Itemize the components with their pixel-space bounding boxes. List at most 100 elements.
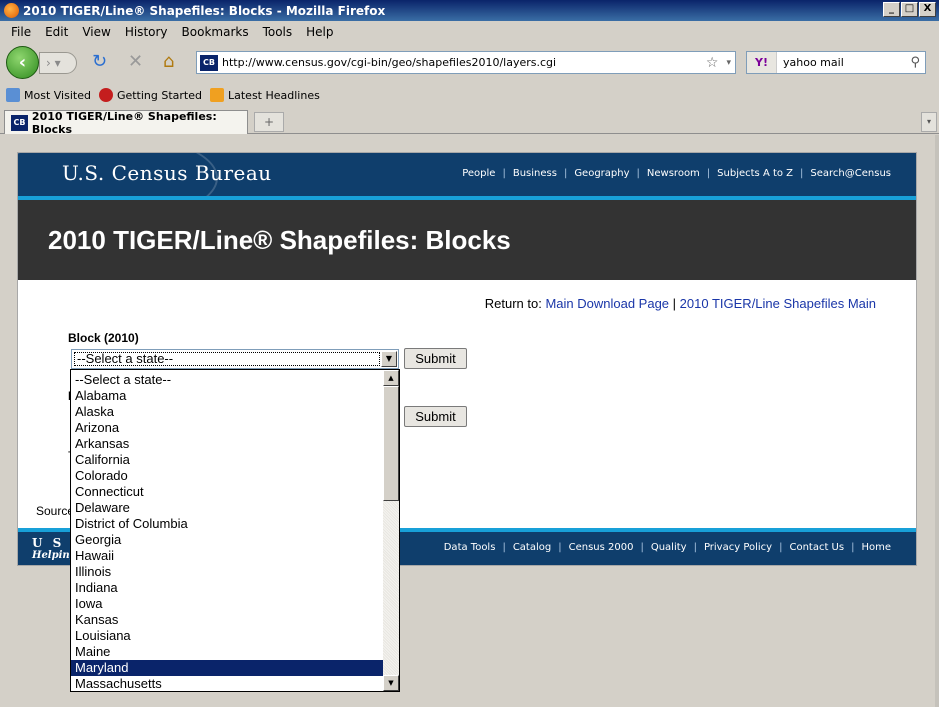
state-option[interactable]: Maryland (71, 660, 383, 676)
maximize-button[interactable]: □ (901, 2, 918, 17)
forward-button[interactable]: › ▾ (39, 52, 77, 74)
bookmark-label: Getting Started (116, 88, 202, 102)
state-option[interactable]: Kansas (71, 612, 383, 628)
nav-people[interactable]: People (455, 168, 502, 179)
footer-privacy[interactable]: Privacy Policy (697, 542, 779, 553)
minimize-button[interactable]: _ (883, 2, 900, 17)
state-option[interactable]: Delaware (71, 500, 383, 516)
rss-icon (210, 88, 224, 102)
bookmark-latest-headlines[interactable]: Latest Headlines (210, 88, 320, 102)
close-button[interactable]: X (919, 2, 936, 17)
search-icon[interactable]: ⚲ (910, 55, 925, 70)
submit-button[interactable]: Submit (404, 348, 467, 369)
footer-contact[interactable]: Contact Us (782, 542, 851, 553)
chevron-down-icon[interactable]: ▼ (381, 351, 397, 367)
search-input[interactable]: yahoo mail (777, 56, 910, 69)
tab-active[interactable]: CB 2010 TIGER/Line® Shapefiles: Blocks (4, 109, 248, 136)
nav-newsroom[interactable]: Newsroom (640, 168, 707, 179)
state-option[interactable]: Hawaii (71, 548, 383, 564)
state-dropdown-list[interactable]: --Select a state-- Alabama Alaska Arizona Ar… (70, 369, 400, 692)
scroll-up-icon[interactable]: ▲ (383, 370, 399, 386)
return-links: Return to: Main Download Page | 2010 TIG… (485, 296, 876, 311)
footer-home[interactable]: Home (854, 542, 898, 553)
state-option[interactable]: Alaska (71, 404, 383, 420)
submit-button-2[interactable]: Submit (404, 406, 467, 427)
scroll-down-icon[interactable]: ▼ (383, 675, 399, 691)
tab-strip: CB 2010 TIGER/Line® Shapefiles: Blocks +… (0, 108, 939, 136)
state-option[interactable]: Maine (71, 644, 383, 660)
bookmark-label: Latest Headlines (228, 88, 320, 102)
viewport-scrollbar[interactable] (935, 135, 939, 707)
state-option[interactable]: Iowa (71, 596, 383, 612)
footer-census-2000[interactable]: Census 2000 (562, 542, 641, 553)
window-title: 2010 TIGER/Line® Shapefiles: Blocks - Mo… (23, 3, 386, 18)
tab-favicon-icon: CB (11, 114, 28, 131)
stop-icon[interactable]: ✕ (128, 52, 143, 72)
menu-edit[interactable]: Edit (38, 25, 75, 39)
menu-history[interactable]: History (118, 25, 175, 39)
site-brand[interactable]: U.S. Census Bureau (62, 161, 272, 185)
home-icon[interactable]: ⌂ (163, 52, 174, 72)
site-header: U.S. Census Bureau People | Business | Geo… (18, 153, 916, 196)
firefox-icon (4, 3, 19, 18)
url-dropdown-icon[interactable]: ▾ (722, 58, 735, 68)
footer-catalog[interactable]: Catalog (506, 542, 558, 553)
state-options: --Select a state-- Alabama Alaska Arizona Ar… (71, 372, 383, 691)
most-visited-icon (6, 88, 20, 102)
getting-started-icon (98, 88, 113, 102)
block-label: Block (2010) (68, 331, 139, 345)
state-option[interactable]: Illinois (71, 564, 383, 580)
state-option[interactable]: Colorado (71, 468, 383, 484)
bookmark-label: Most Visited (24, 88, 91, 102)
state-option[interactable]: Georgia (71, 532, 383, 548)
site-favicon-icon: CB (200, 54, 218, 71)
menu-tools[interactable]: Tools (256, 25, 300, 39)
state-select-value: --Select a state-- (74, 352, 380, 366)
return-separator: | (672, 296, 677, 311)
state-option[interactable]: --Select a state-- (71, 372, 383, 388)
footer-data-tools[interactable]: Data Tools (437, 542, 503, 553)
tab-label: 2010 TIGER/Line® Shapefiles: Blocks (31, 109, 217, 136)
url-bar[interactable]: CB http://www.census.gov/cgi-bin/geo/sha… (196, 51, 736, 74)
nav-subjects[interactable]: Subjects A to Z (710, 168, 800, 179)
return-label: Return to: (484, 296, 542, 311)
state-option[interactable]: Alabama (71, 388, 383, 404)
search-bar[interactable]: Y! yahoo mail ⚲ (746, 51, 926, 74)
menu-bookmarks[interactable]: Bookmarks (175, 25, 256, 39)
main-download-link[interactable]: Main Download Page (545, 296, 669, 311)
nav-geography[interactable]: Geography (567, 168, 636, 179)
menu-view[interactable]: View (75, 25, 117, 39)
menu-file[interactable]: File (4, 25, 38, 39)
state-option[interactable]: California (71, 452, 383, 468)
page-banner: 2010 TIGER/Line® Shapefiles: Blocks (18, 200, 916, 280)
nav-business[interactable]: Business (506, 168, 564, 179)
new-tab-button[interactable]: + (254, 112, 284, 132)
tab-list-button[interactable]: ▾ (921, 112, 937, 132)
reload-icon[interactable]: ↻ (92, 52, 107, 72)
state-option[interactable]: Connecticut (71, 484, 383, 500)
shapefiles-main-link[interactable]: 2010 TIGER/Line Shapefiles Main (680, 296, 876, 311)
yahoo-search-engine-icon[interactable]: Y! (747, 52, 777, 73)
source-text: Source (36, 504, 75, 518)
bookmark-most-visited[interactable]: Most Visited (6, 88, 91, 102)
dropdown-scrollbar[interactable]: ▲ ▼ (383, 370, 399, 691)
menu-help[interactable]: Help (299, 25, 340, 39)
nav-search[interactable]: Search@Census (803, 168, 898, 179)
state-option[interactable]: Massachusetts (71, 676, 383, 691)
state-option[interactable]: Arizona (71, 420, 383, 436)
state-option[interactable]: Louisiana (71, 628, 383, 644)
bookmark-getting-started[interactable]: Getting Started (98, 88, 202, 102)
state-select[interactable]: --Select a state-- ▼ (71, 349, 399, 369)
state-option[interactable]: District of Columbia (71, 516, 383, 532)
footer-quality[interactable]: Quality (644, 542, 694, 553)
scroll-thumb[interactable] (383, 386, 399, 501)
page-title: 2010 TIGER/Line® Shapefiles: Blocks (48, 225, 511, 255)
navigation-toolbar: ‹ › ▾ ↻ ✕ ⌂ CB http://www.census.gov/cgi… (0, 42, 939, 82)
menu-bar: File Edit View History Bookmarks Tools H… (0, 21, 939, 42)
footer-navigation: Data Tools | Catalog | Census 2000 | Qualit… (437, 542, 898, 553)
back-button[interactable]: ‹ (6, 46, 39, 79)
state-option[interactable]: Indiana (71, 580, 383, 596)
bookmark-star-icon[interactable]: ☆ (702, 55, 723, 71)
state-option[interactable]: Arkansas (71, 436, 383, 452)
url-text: http://www.census.gov/cgi-bin/geo/shapef… (222, 56, 557, 69)
